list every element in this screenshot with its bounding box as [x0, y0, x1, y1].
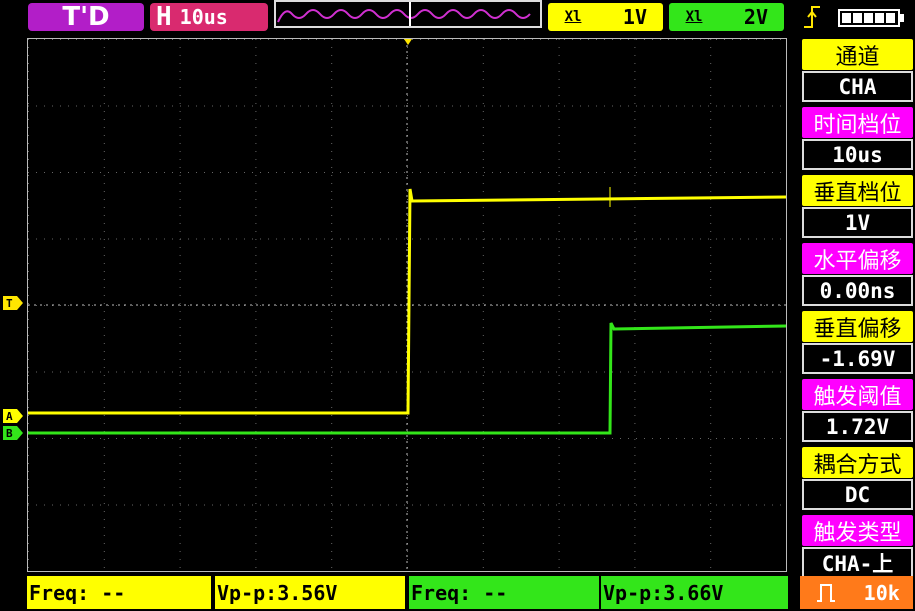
waveform-overview-icon — [274, 0, 542, 28]
menu-item-value[interactable]: 1.72V — [802, 411, 913, 442]
channel-b-vpp: Vp-p:3.66V — [601, 576, 788, 609]
channel-a-frequency: Freq: -- — [27, 576, 211, 609]
channel-a-coupling: Xl — [564, 9, 582, 25]
square-wave-icon — [817, 583, 836, 602]
battery-full-icon — [838, 9, 904, 27]
waveform-display[interactable] — [27, 38, 787, 572]
channel-b-marker-label: B — [6, 427, 13, 440]
timebase-prefix: H — [156, 2, 172, 32]
signal-generator-button[interactable]: 10k — [800, 576, 913, 609]
menu-item-label[interactable]: 触发阈值 — [802, 379, 913, 410]
channel-a-volts: 1V — [622, 5, 647, 29]
menu-item-value[interactable]: CHA-上 — [802, 547, 913, 578]
channel-b-volts: 2V — [743, 5, 768, 29]
menu-item-label[interactable]: 触发类型 — [802, 515, 913, 546]
menu-item-label[interactable]: 时间档位 — [802, 107, 913, 138]
menu-item-label[interactable]: 水平偏移 — [802, 243, 913, 274]
channel-a-marker[interactable]: A — [3, 409, 25, 423]
channel-b-scale[interactable]: Xl 2V — [669, 3, 784, 31]
menu-item-value[interactable]: -1.69V — [802, 343, 913, 374]
timebase-value: 10us — [179, 5, 228, 29]
trigger-level-marker[interactable]: T — [3, 296, 25, 310]
menu-item-value[interactable]: 10us — [802, 139, 913, 170]
channel-b-marker[interactable]: B — [3, 426, 25, 440]
channel-a-trace — [28, 188, 787, 415]
trigger-marker-label: T — [6, 297, 13, 310]
channel-a-marker-label: A — [6, 410, 13, 423]
menu-item-label[interactable]: 垂直档位 — [802, 175, 913, 206]
menu-item-value[interactable]: 0.00ns — [802, 275, 913, 306]
trigger-position-marker — [404, 39, 412, 45]
channel-b-frequency: Freq: -- — [409, 576, 599, 609]
signal-frequency: 10k — [863, 580, 900, 605]
timebase-indicator[interactable]: H 10us — [150, 2, 268, 32]
channel-b-coupling: Xl — [685, 9, 703, 25]
channel-a-scale[interactable]: Xl 1V — [548, 3, 663, 31]
menu-item-label[interactable]: 通道 — [802, 39, 913, 70]
channel-a-vpp: Vp-p:3.56V — [215, 576, 405, 609]
rising-edge-icon — [804, 6, 820, 28]
menu-item-value[interactable]: DC — [802, 479, 913, 510]
menu-item-value[interactable]: 1V — [802, 207, 913, 238]
menu-item-label[interactable]: 垂直偏移 — [802, 311, 913, 342]
menu-item-label[interactable]: 耦合方式 — [802, 447, 913, 478]
menu-item-value[interactable]: CHA — [802, 71, 913, 102]
mode-indicator[interactable]: T'D — [28, 2, 144, 32]
waveform-plot — [28, 39, 787, 572]
